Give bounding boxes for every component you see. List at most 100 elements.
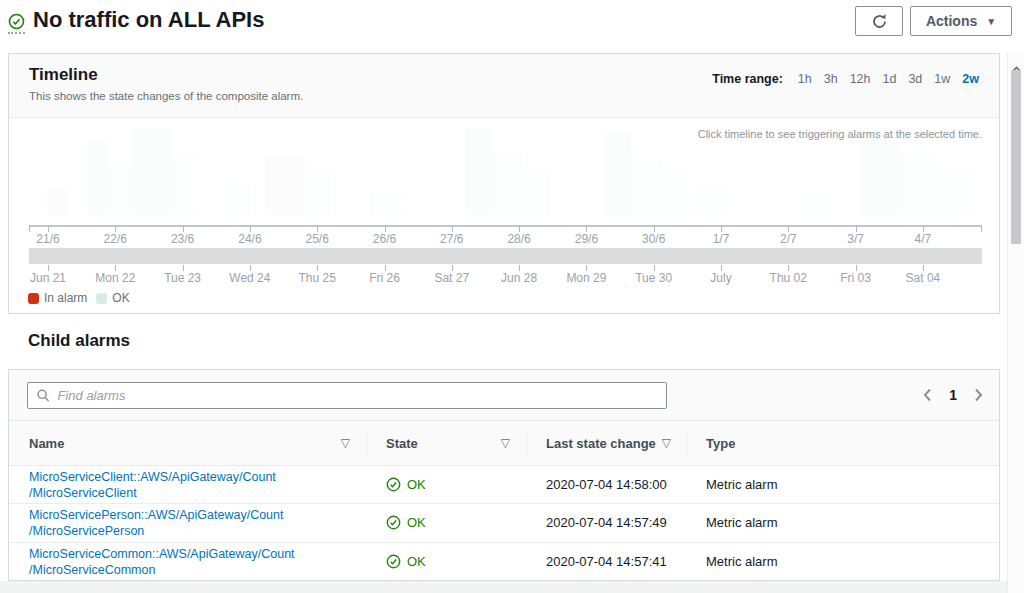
page-bottom-strip	[0, 581, 1024, 593]
legend-swatch	[96, 293, 107, 304]
time-range-option-12h[interactable]: 12h	[850, 72, 871, 86]
timeline-ghost-bar	[523, 171, 549, 215]
timeline-ghost-bar	[465, 127, 493, 215]
timeline-panel: Timeline This shows the state changes of…	[8, 53, 1000, 314]
cell-name: MicroServiceCommon::AWS/ApiGateway/Count…	[9, 543, 366, 581]
time-range-selector: Time range: 1h 3h 12h 1d 3d 1w 2w	[712, 72, 979, 86]
child-alarms-toolbar: 1	[9, 370, 999, 420]
axis-bottom-label: Jun 28	[484, 271, 554, 285]
state-badge: OK	[386, 515, 426, 530]
legend-label: In alarm	[44, 291, 87, 305]
table-row: MicroServiceClient::AWS/ApiGateway/Count…	[9, 466, 999, 504]
state-label: OK	[407, 515, 426, 530]
sort-filter-icon[interactable]: ▽	[335, 436, 350, 450]
axis-top-label: 27/6	[417, 232, 487, 246]
legend-item: In alarm	[28, 291, 87, 305]
axis-top-label: 4/7	[888, 232, 958, 246]
refresh-icon	[871, 13, 888, 30]
time-range-option-2w[interactable]: 2w	[962, 72, 979, 86]
timeline-axis-line	[29, 225, 982, 227]
sort-filter-icon[interactable]: ▽	[656, 436, 671, 450]
next-page-button[interactable]	[974, 388, 983, 402]
actions-button-label: Actions	[926, 13, 977, 29]
child-alarms-heading: Child alarms	[28, 331, 130, 351]
cell-name: MicroServicePerson::AWS/ApiGateway/Count…	[9, 504, 366, 541]
column-header-state[interactable]: State▽	[366, 421, 526, 465]
sort-filter-icon[interactable]: ▽	[495, 436, 510, 450]
timeline-ghost-bar	[901, 151, 937, 215]
axis-bottom-label: Mon 29	[551, 271, 621, 285]
axis-edge-tick	[981, 226, 982, 232]
time-range-option-1d[interactable]: 1d	[883, 72, 897, 86]
timeline-ghost-bar	[937, 169, 969, 215]
search-input[interactable]	[57, 388, 658, 403]
timeline-ghost-bar	[371, 193, 401, 215]
axis-top-label: 22/6	[80, 232, 150, 246]
previous-page-button[interactable]	[923, 388, 932, 402]
timeline-ghost-bar	[661, 173, 689, 215]
time-range-option-3d[interactable]: 3d	[908, 72, 922, 86]
axis-bottom-label: Sat 27	[417, 271, 487, 285]
axis-bottom-label: Tue 30	[619, 271, 689, 285]
caret-down-icon: ▼	[986, 16, 996, 27]
time-range-option-1w[interactable]: 1w	[934, 72, 950, 86]
timeline-chart[interactable]: Click timeline to see triggering alarms …	[9, 118, 999, 313]
page-number[interactable]: 1	[949, 387, 957, 403]
axis-bottom-label: Wed 24	[215, 271, 285, 285]
axis-bottom-label: Thu 25	[282, 271, 352, 285]
cell-type: Metric alarm	[686, 543, 999, 581]
search-icon	[36, 388, 50, 403]
cell-type: Metric alarm	[686, 466, 999, 503]
axis-bottom-label: Fri 03	[821, 271, 891, 285]
page-header: No traffic on ALL APIs	[8, 7, 264, 34]
axis-bottom-label: Mon 22	[80, 271, 150, 285]
timeline-ghost-bar	[631, 159, 661, 215]
timeline-ghost-bar	[109, 165, 133, 215]
column-header-last-state-change[interactable]: Last state change▽	[526, 421, 686, 465]
table-row: MicroServicePerson::AWS/ApiGateway/Count…	[9, 504, 999, 542]
timeline-brush-band[interactable]	[29, 248, 982, 264]
alarm-name-link[interactable]: MicroServiceCommon::AWS/ApiGateway/Count…	[29, 546, 295, 578]
timeline-ghost-bar	[133, 129, 171, 215]
timeline-ghost-bar	[171, 153, 193, 215]
timeline-ghost-bar	[861, 127, 901, 215]
column-header-name[interactable]: Name ▽	[9, 421, 366, 465]
ok-check-icon	[386, 477, 401, 492]
scrollbar-thumb[interactable]	[1011, 70, 1021, 244]
time-range-label: Time range:	[712, 72, 783, 86]
timeline-ghost-bar	[493, 153, 523, 215]
axis-top-label: 29/6	[551, 232, 621, 246]
refresh-button[interactable]	[855, 6, 903, 36]
time-range-option-1h[interactable]: 1h	[798, 72, 812, 86]
column-header-label: Name	[29, 436, 64, 451]
axis-top-label: 26/6	[350, 232, 420, 246]
axis-top-label: 23/6	[148, 232, 218, 246]
timeline-ghost-bar	[697, 189, 727, 215]
axis-bottom-label: Fri 26	[350, 271, 420, 285]
alarm-name-link[interactable]: MicroServicePerson::AWS/ApiGateway/Count…	[29, 507, 284, 539]
table-header-row: Name▽State▽Last state change▽Type	[9, 420, 999, 466]
time-range-option-3h[interactable]: 3h	[824, 72, 838, 86]
pagination: 1	[923, 370, 983, 420]
find-alarms-search[interactable]	[27, 382, 667, 409]
axis-top-label: 28/6	[484, 232, 554, 246]
column-header-type[interactable]: Type	[686, 421, 999, 465]
state-label: OK	[407, 477, 426, 492]
axis-bottom-label: Tue 23	[148, 271, 218, 285]
ok-check-icon	[386, 554, 401, 569]
alarm-name-link[interactable]: MicroServiceClient::AWS/ApiGateway/Count…	[29, 469, 276, 501]
axis-top-label: 24/6	[215, 232, 285, 246]
legend-label: OK	[112, 291, 129, 305]
timeline-ghost-bar	[801, 193, 831, 215]
cell-state: OK	[366, 543, 526, 581]
axis-edge-tick	[29, 226, 30, 232]
actions-button[interactable]: Actions ▼	[910, 6, 1012, 36]
timeline-description: This shows the state changes of the comp…	[29, 90, 979, 102]
column-header-label: Type	[706, 436, 735, 451]
page-title: No traffic on ALL APIs	[33, 7, 264, 33]
cell-last-state-change: 2020-07-04 14:58:00	[526, 466, 686, 503]
state-badge: OK	[386, 554, 426, 569]
ok-check-icon	[386, 515, 401, 530]
cell-state: OK	[366, 466, 526, 503]
vertical-scrollbar[interactable]	[1007, 53, 1024, 593]
